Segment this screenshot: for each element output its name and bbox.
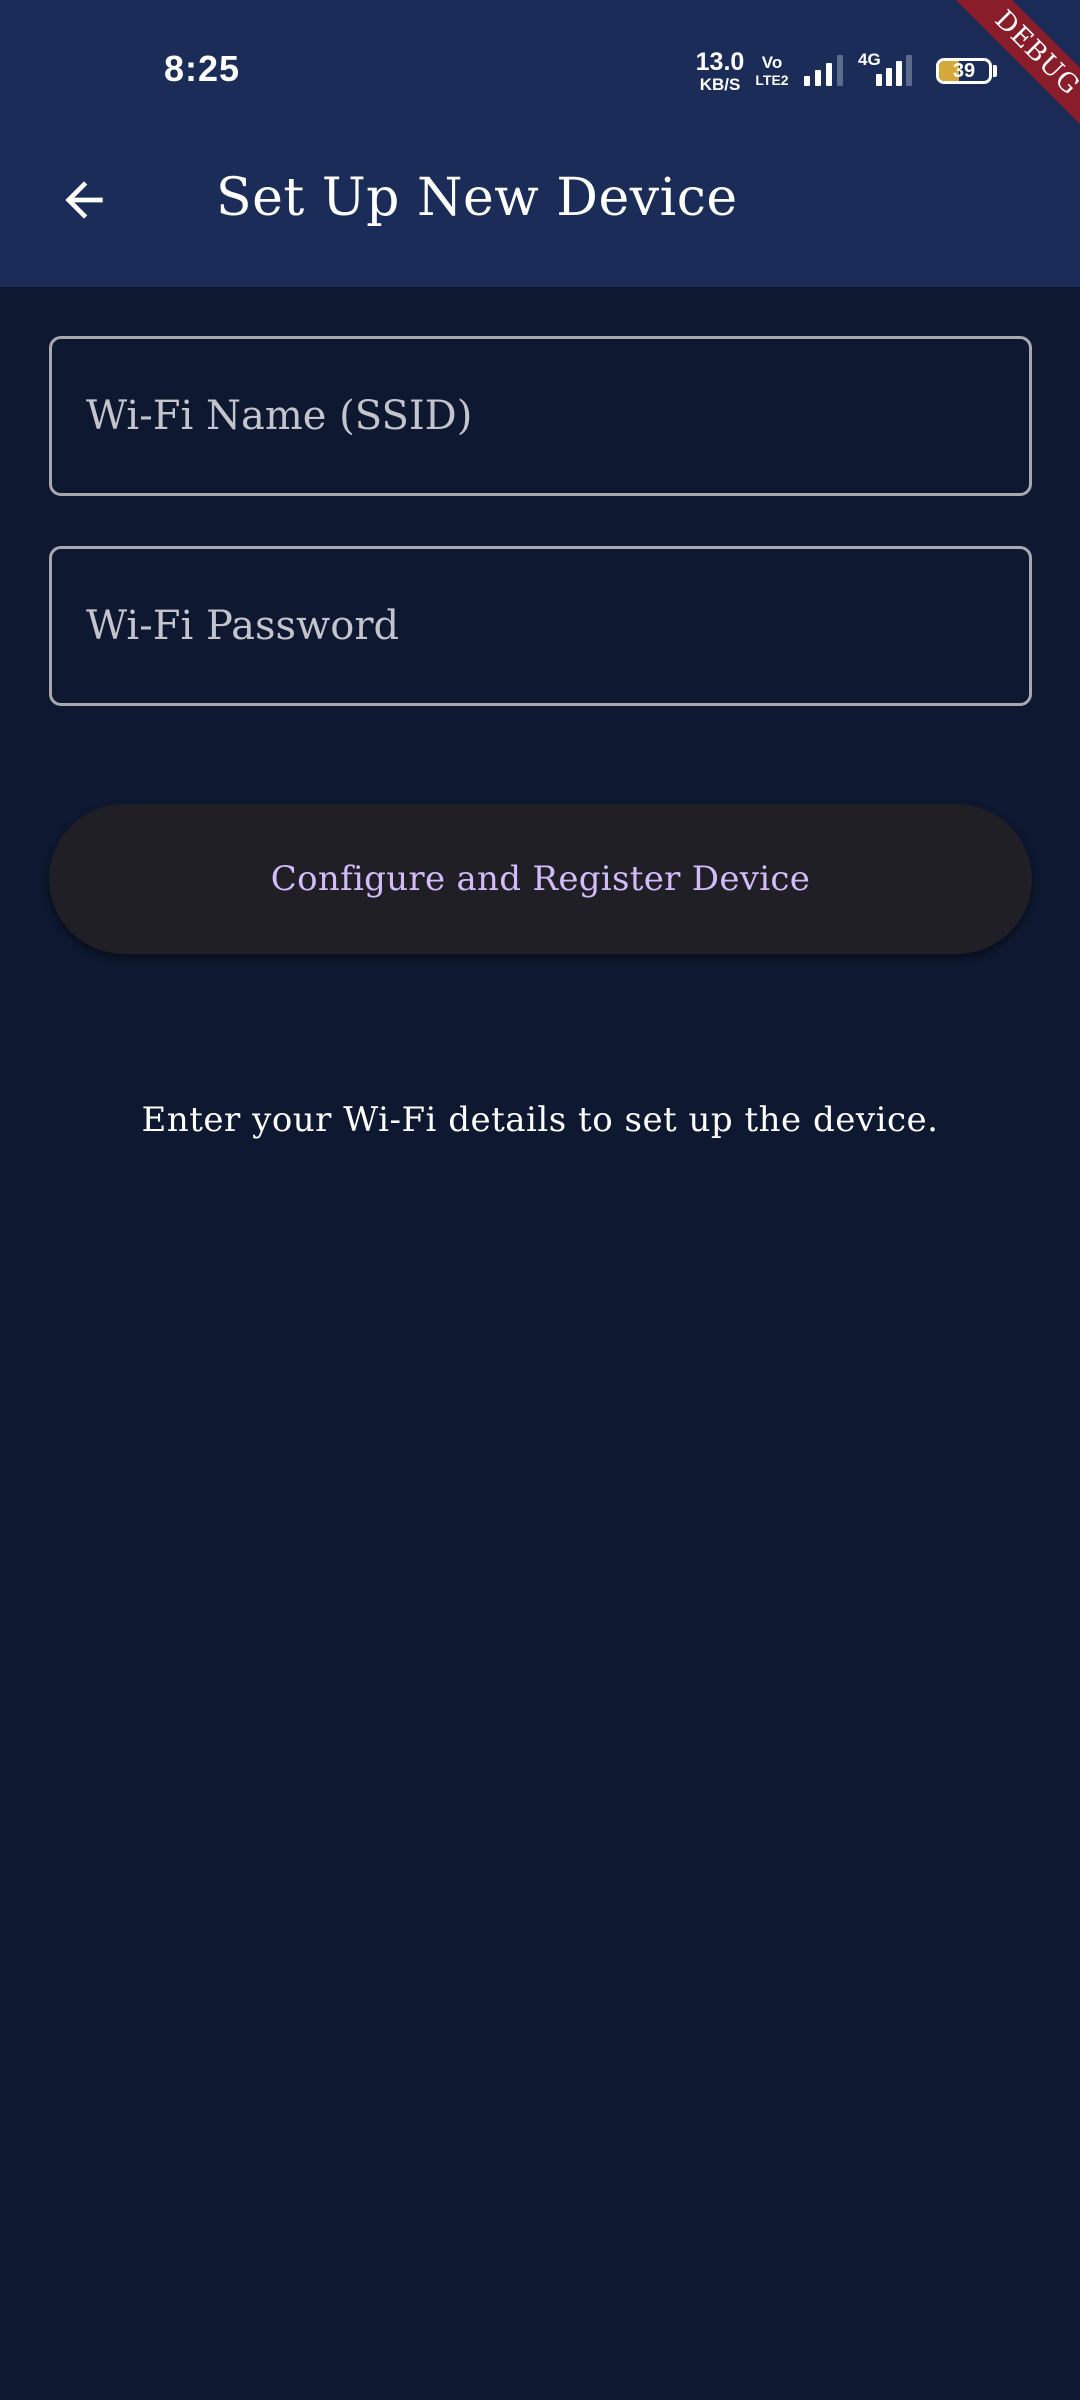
password-input[interactable] [86, 549, 1005, 703]
battery-percent: 39 [952, 60, 976, 82]
network-speed-unit: KB/S [699, 75, 741, 94]
setup-hint-text: Enter your Wi-Fi details to set up the d… [141, 1100, 939, 1140]
volte-sim-label: LTE2 [755, 72, 789, 88]
signal-strength-icon [804, 55, 843, 86]
battery-tip [993, 65, 997, 77]
ssid-input[interactable] [86, 339, 1005, 493]
volte-label: Vo [761, 53, 783, 72]
configure-register-button-label: Configure and Register Device [270, 859, 811, 899]
signal-strength-4g-icon [876, 55, 912, 86]
status-time: 8:25 [164, 48, 241, 89]
ssid-field[interactable] [49, 336, 1032, 496]
network-speed: 13.0 KB/S [692, 48, 748, 94]
configure-register-button[interactable]: Configure and Register Device [49, 804, 1032, 954]
arrow-left-icon [65, 181, 103, 219]
back-button[interactable] [52, 168, 116, 232]
volte-icon: Vo LTE2 [752, 54, 792, 87]
page-title: Set Up New Device [216, 168, 738, 228]
password-field[interactable] [49, 546, 1032, 706]
battery-icon: 39 [936, 58, 992, 84]
network-speed-value: 13.0 [695, 48, 745, 76]
status-bar: 8:25 13.0 KB/S Vo LTE2 4G 39 DEBUG [0, 0, 1080, 152]
